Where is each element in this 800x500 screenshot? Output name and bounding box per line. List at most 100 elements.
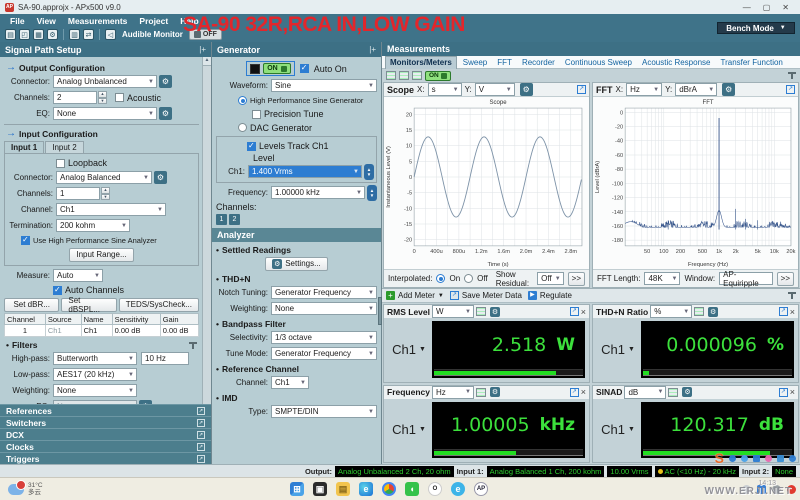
auto-on-checkbox[interactable] <box>299 63 309 73</box>
low-pass-select[interactable]: AES17 (20 kHz) ▼ <box>53 368 137 381</box>
meter-close-icon[interactable]: × <box>581 307 586 317</box>
menu-measurements[interactable]: Measurements <box>68 16 128 26</box>
meter-gear-icon[interactable]: ⚙ <box>490 306 500 317</box>
tab-input-2[interactable]: Input 2 <box>45 141 84 153</box>
bargraph-icon[interactable] <box>476 387 486 397</box>
channel-2-button[interactable]: 2 <box>229 213 240 225</box>
accordion-triggers[interactable]: Triggers ↗ <box>0 452 211 464</box>
frequency-input[interactable]: 1.00000 kHz ▼ <box>271 186 365 199</box>
termination-select[interactable]: 200 kohm ▼ <box>56 219 130 232</box>
scope-popout-icon[interactable]: ↗ <box>577 85 586 94</box>
regulate-button[interactable]: ▶ Regulate <box>527 291 572 300</box>
popout-icon[interactable]: ↗ <box>197 442 205 451</box>
pin-icon[interactable] <box>788 71 796 80</box>
interpolated-on-radio[interactable] <box>436 274 446 283</box>
tab-fft[interactable]: FFT <box>493 56 516 69</box>
start-button-icon[interactable]: ⊞ <box>290 482 304 496</box>
panel-options-icon[interactable]: |+ <box>199 45 206 54</box>
meter-unit-select[interactable]: dB ▼ <box>624 385 667 399</box>
input-range-button[interactable]: Input Range... <box>69 247 134 262</box>
signal-path-icon[interactable]: ⇄ <box>83 29 94 40</box>
maximize-button[interactable]: ▢ <box>763 3 771 12</box>
fft-length-select[interactable]: 48K ▼ <box>644 272 681 285</box>
save-icon[interactable]: ▦ <box>33 29 44 40</box>
meter-unit-select[interactable]: % ▼ <box>650 305 693 318</box>
meter-channel-select[interactable]: Ch1 ▼ <box>386 402 432 459</box>
bandpass-filter-header[interactable]: • Bandpass Filter <box>216 319 375 329</box>
meter-popout-icon[interactable]: ↗ <box>569 307 579 316</box>
fft-popout-icon[interactable]: ↗ <box>786 85 795 94</box>
fft-more-button[interactable]: >> <box>776 271 794 286</box>
fft-settings-gear-icon[interactable]: ⚙ <box>722 83 736 96</box>
close-button[interactable]: ✕ <box>782 3 789 12</box>
menu-project[interactable]: Project <box>139 16 168 26</box>
measure-select[interactable]: Auto ▼ <box>53 269 103 282</box>
apx-taskbar-icon[interactable]: AP <box>474 482 488 496</box>
output-eq-gear-icon[interactable]: ⚙ <box>159 107 172 120</box>
meter-unit-select[interactable]: Hz ▼ <box>432 385 474 399</box>
pin-icon[interactable] <box>788 291 796 300</box>
tab-continuous-sweep[interactable]: Continuous Sweep <box>561 56 636 69</box>
menu-file[interactable]: File <box>10 16 25 26</box>
analyzer-weighting-select[interactable]: None ▼ <box>271 302 377 315</box>
window-select[interactable]: AP-Equiripple <box>719 270 773 288</box>
accordion-references[interactable]: References ↗ <box>0 404 211 416</box>
bench-mode-dropdown[interactable]: Bench Mode ▼ <box>717 22 795 34</box>
frequency-stepper[interactable]: ▲ ▼ <box>367 184 377 201</box>
meter-channel-select[interactable]: Ch1 ▼ <box>595 321 641 378</box>
input-connector-gear-icon[interactable]: ⚙ <box>154 171 167 184</box>
weather-widget[interactable]: 31°C 多云 <box>0 479 160 496</box>
settings-gear-icon[interactable]: ⚙ <box>47 29 58 40</box>
meter-channel-select[interactable]: Ch1 ▼ <box>386 321 432 378</box>
meter-close-icon[interactable]: × <box>790 307 795 317</box>
input-configuration-header[interactable]: → Input Configuration <box>6 128 197 139</box>
tab-sweep[interactable]: Sweep <box>459 56 491 69</box>
ie-icon[interactable]: e <box>451 482 465 496</box>
display-icon[interactable] <box>386 71 396 80</box>
show-residual-select[interactable]: Off ▼ <box>537 272 564 285</box>
accordion-switchers[interactable]: Switchers ↗ <box>0 416 211 428</box>
popout-icon[interactable]: ↗ <box>197 430 205 439</box>
source-select[interactable]: Ch1 <box>44 324 82 337</box>
sensitivity-select[interactable]: 0.00 dB <box>111 324 161 337</box>
task-view-icon[interactable]: ▣ <box>313 482 327 496</box>
teds-syscheck-button[interactable]: TEDS/SysCheck... <box>118 297 199 312</box>
levels-track-checkbox[interactable] <box>247 141 256 151</box>
input-connector-select[interactable]: Analog Balanced ▼ <box>56 171 152 184</box>
meter-close-icon[interactable]: × <box>581 387 586 397</box>
meter-channel-select[interactable]: Ch1 ▼ <box>595 402 641 459</box>
settled-readings-header[interactable]: • Settled Readings <box>216 245 375 255</box>
dac-generator-radio[interactable] <box>238 123 247 132</box>
interpolated-off-radio[interactable] <box>464 274 474 283</box>
high-pass-freq-input[interactable]: 10 Hz <box>141 352 189 365</box>
scope-y-unit-select[interactable]: V ▼ <box>474 83 515 96</box>
bargraph-icon[interactable] <box>476 307 486 316</box>
output-configuration-header[interactable]: → Output Configuration <box>6 62 197 73</box>
input-channels-stepper[interactable]: ▲ ▼ <box>101 187 110 200</box>
meter-popout-icon[interactable]: ↗ <box>778 387 788 397</box>
channels-stepper[interactable]: ▲ ▼ <box>98 91 107 104</box>
accordion-clocks[interactable]: Clocks ↗ <box>0 440 211 452</box>
set-dbspl-button[interactable]: Set dBSPL... <box>61 296 117 314</box>
selectivity-select[interactable]: 1/3 octave ▼ <box>271 331 377 344</box>
generator-off-icon[interactable] <box>250 63 261 74</box>
meter-popout-icon[interactable]: ↗ <box>569 387 579 397</box>
reference-channel-header[interactable]: • Reference Channel <box>216 364 375 374</box>
open-project-icon[interactable]: ◰ <box>19 29 30 40</box>
hpsa-checkbox[interactable] <box>21 235 30 245</box>
qq-icon[interactable]: ᴼ <box>428 482 442 496</box>
filter-eq-gear-icon[interactable]: ⚙ <box>139 400 152 404</box>
meter-unit-select[interactable]: W ▼ <box>432 305 474 318</box>
ch1-level-stepper[interactable]: ▲ ▼ <box>364 163 374 180</box>
thdn-header[interactable]: • THD+N <box>216 274 375 284</box>
input-channel-select[interactable]: Ch1 ▼ <box>56 203 166 216</box>
bargraph-icon[interactable] <box>694 307 705 316</box>
imd-type-select[interactable]: SMPTE/DIN ▼ <box>271 405 377 418</box>
fft-y-unit-select[interactable]: dBrA ▼ <box>675 83 718 96</box>
panel-options-icon[interactable]: |+ <box>369 45 376 54</box>
popout-icon[interactable]: ↗ <box>197 454 205 463</box>
channel-1-button[interactable]: 1 <box>216 213 227 225</box>
fft-x-unit-select[interactable]: Hz ▼ <box>626 83 663 96</box>
add-meter-button[interactable]: + Add Meter ▼ <box>386 291 444 300</box>
meter-popout-icon[interactable]: ↗ <box>778 307 788 316</box>
